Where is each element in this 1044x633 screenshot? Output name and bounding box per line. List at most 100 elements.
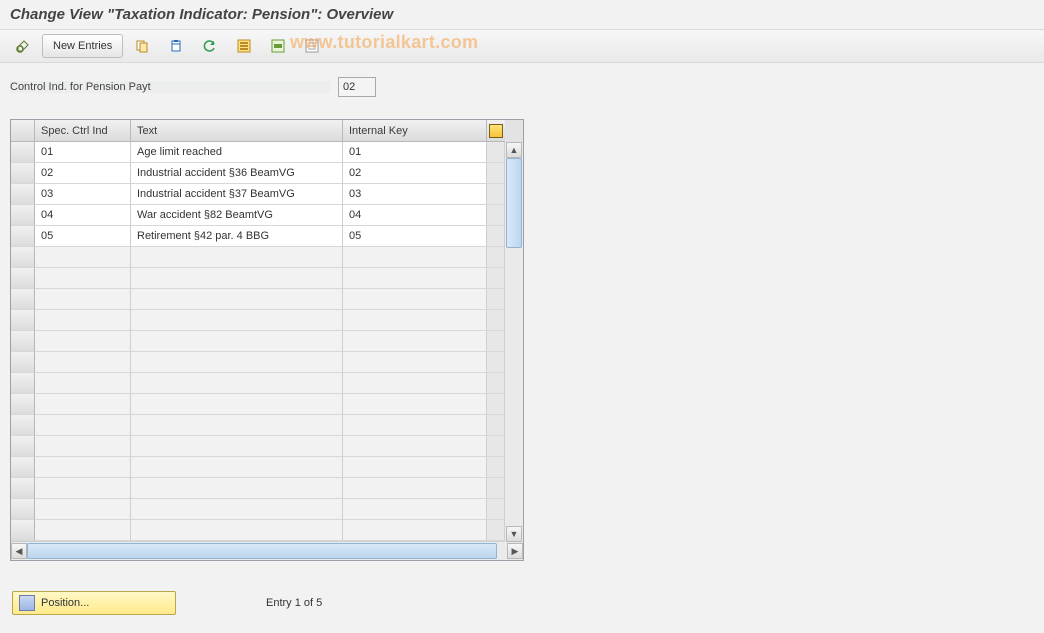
new-entries-button[interactable]: New Entries bbox=[42, 34, 123, 58]
vscroll-thumb[interactable] bbox=[506, 158, 522, 248]
cell-spec-ctrl-ind bbox=[35, 310, 131, 331]
toggle-display-change-button[interactable] bbox=[8, 34, 38, 58]
cell-text bbox=[131, 268, 343, 289]
cell-scroll-gutter bbox=[487, 184, 505, 205]
page-title: Change View "Taxation Indicator: Pension… bbox=[10, 6, 393, 23]
row-selector bbox=[11, 268, 35, 289]
table-header: Spec. Ctrl Ind Text Internal Key bbox=[11, 120, 523, 142]
cell-scroll-gutter bbox=[487, 415, 505, 436]
row-selector[interactable] bbox=[11, 184, 35, 205]
table-row bbox=[11, 331, 523, 352]
table-row[interactable]: 05Retirement §42 par. 4 BBG05 bbox=[11, 226, 523, 247]
cell-text bbox=[131, 373, 343, 394]
table-row bbox=[11, 478, 523, 499]
new-entries-label: New Entries bbox=[53, 40, 112, 52]
cell-text[interactable]: Retirement §42 par. 4 BBG bbox=[131, 226, 343, 247]
vertical-scrollbar[interactable]: ▲ ▼ bbox=[504, 142, 523, 542]
cell-spec-ctrl-ind bbox=[35, 394, 131, 415]
cell-spec-ctrl-ind[interactable]: 02 bbox=[35, 163, 131, 184]
row-selector bbox=[11, 415, 35, 436]
cell-internal-key[interactable]: 02 bbox=[343, 163, 487, 184]
cell-spec-ctrl-ind bbox=[35, 352, 131, 373]
row-selector[interactable] bbox=[11, 205, 35, 226]
table-row[interactable]: 02Industrial accident §36 BeamVG02 bbox=[11, 163, 523, 184]
cell-text bbox=[131, 394, 343, 415]
cell-spec-ctrl-ind[interactable]: 03 bbox=[35, 184, 131, 205]
scroll-left-button[interactable]: ◀ bbox=[11, 543, 27, 559]
cell-spec-ctrl-ind bbox=[35, 520, 131, 541]
scroll-right-button[interactable]: ▶ bbox=[507, 543, 523, 559]
cell-text bbox=[131, 247, 343, 268]
table-row[interactable]: 01Age limit reached01 bbox=[11, 142, 523, 163]
horizontal-scrollbar[interactable]: ◀ ▶ bbox=[11, 541, 523, 560]
cell-scroll-gutter bbox=[487, 268, 505, 289]
cell-text[interactable]: Age limit reached bbox=[131, 142, 343, 163]
table-row bbox=[11, 520, 523, 541]
cell-scroll-gutter bbox=[487, 457, 505, 478]
cell-spec-ctrl-ind bbox=[35, 457, 131, 478]
select-all-column-header[interactable] bbox=[11, 120, 35, 142]
cell-scroll-gutter bbox=[487, 226, 505, 247]
row-selector bbox=[11, 457, 35, 478]
cell-text bbox=[131, 520, 343, 541]
row-selector[interactable] bbox=[11, 163, 35, 184]
cell-spec-ctrl-ind bbox=[35, 331, 131, 352]
position-button[interactable]: Position... bbox=[12, 591, 176, 615]
cell-internal-key[interactable]: 03 bbox=[343, 184, 487, 205]
row-selector bbox=[11, 394, 35, 415]
vscroll-track[interactable] bbox=[506, 158, 522, 526]
cell-spec-ctrl-ind[interactable]: 05 bbox=[35, 226, 131, 247]
cell-scroll-gutter bbox=[487, 331, 505, 352]
cell-spec-ctrl-ind[interactable]: 04 bbox=[35, 205, 131, 226]
select-block-button[interactable] bbox=[263, 34, 293, 58]
table-row bbox=[11, 373, 523, 394]
column-text[interactable]: Text bbox=[131, 120, 343, 142]
cell-text[interactable]: Industrial accident §36 BeamVG bbox=[131, 163, 343, 184]
cell-internal-key bbox=[343, 520, 487, 541]
cell-scroll-gutter bbox=[487, 394, 505, 415]
delete-button[interactable] bbox=[161, 34, 191, 58]
undo-change-button[interactable] bbox=[195, 34, 225, 58]
cell-scroll-gutter bbox=[487, 142, 505, 163]
row-selector bbox=[11, 436, 35, 457]
select-all-button[interactable] bbox=[229, 34, 259, 58]
control-ind-row: Control Ind. for Pension Payt bbox=[10, 77, 1034, 97]
row-selector bbox=[11, 310, 35, 331]
row-selector[interactable] bbox=[11, 226, 35, 247]
cell-spec-ctrl-ind bbox=[35, 415, 131, 436]
table-row[interactable]: 04War accident §82 BeamtVG04 bbox=[11, 205, 523, 226]
cell-text[interactable]: War accident §82 BeamtVG bbox=[131, 205, 343, 226]
column-internal-key[interactable]: Internal Key bbox=[343, 120, 487, 142]
hscroll-thumb[interactable] bbox=[27, 543, 497, 559]
cell-internal-key bbox=[343, 331, 487, 352]
cell-spec-ctrl-ind bbox=[35, 373, 131, 394]
copy-as-button[interactable] bbox=[127, 34, 157, 58]
cell-text bbox=[131, 310, 343, 331]
table-row bbox=[11, 394, 523, 415]
cell-internal-key[interactable]: 05 bbox=[343, 226, 487, 247]
hscroll-track[interactable] bbox=[27, 543, 507, 559]
title-bar: Change View "Taxation Indicator: Pension… bbox=[0, 0, 1044, 30]
table-config-button[interactable] bbox=[487, 120, 505, 142]
cell-scroll-gutter bbox=[487, 373, 505, 394]
row-selector[interactable] bbox=[11, 142, 35, 163]
scroll-down-button[interactable]: ▼ bbox=[506, 526, 522, 542]
control-ind-label: Control Ind. for Pension Payt bbox=[10, 81, 330, 93]
cell-scroll-gutter bbox=[487, 499, 505, 520]
cell-spec-ctrl-ind bbox=[35, 247, 131, 268]
column-spec-ctrl-ind[interactable]: Spec. Ctrl Ind bbox=[35, 120, 131, 142]
cell-internal-key[interactable]: 04 bbox=[343, 205, 487, 226]
control-ind-field[interactable] bbox=[338, 77, 376, 97]
cell-scroll-gutter bbox=[487, 352, 505, 373]
cell-spec-ctrl-ind[interactable]: 01 bbox=[35, 142, 131, 163]
cell-text[interactable]: Industrial accident §37 BeamVG bbox=[131, 184, 343, 205]
cell-scroll-gutter bbox=[487, 436, 505, 457]
cell-internal-key[interactable]: 01 bbox=[343, 142, 487, 163]
deselect-all-button[interactable] bbox=[297, 34, 327, 58]
cell-scroll-gutter bbox=[487, 478, 505, 499]
cell-spec-ctrl-ind bbox=[35, 268, 131, 289]
cell-spec-ctrl-ind bbox=[35, 478, 131, 499]
scroll-up-button[interactable]: ▲ bbox=[506, 142, 522, 158]
table-row bbox=[11, 436, 523, 457]
table-row[interactable]: 03Industrial accident §37 BeamVG03 bbox=[11, 184, 523, 205]
